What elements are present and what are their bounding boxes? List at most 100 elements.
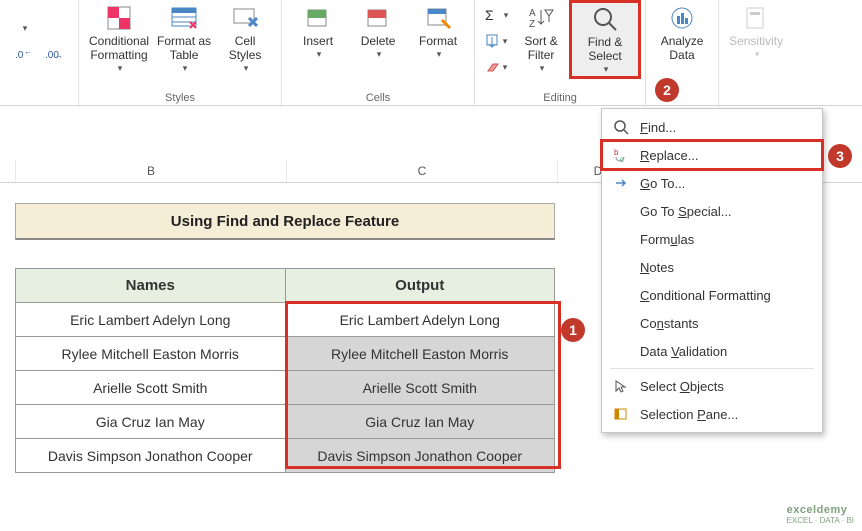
sheet-title: Using Find and Replace Feature [15,203,555,240]
conditional-formatting-icon [105,4,133,32]
editing-group: Σ▾ ▾ ▾ AZ Sort & Filter ▾ [475,0,646,107]
format-cells-icon [424,4,452,32]
cell-name[interactable]: Rylee Mitchell Easton Morris [16,337,286,371]
callout-badge-2: 2 [655,78,679,102]
find-select-button[interactable]: Find & Select ▾ [571,2,639,77]
menu-constants[interactable]: Constants [602,309,822,337]
menu-selection-pane-label: Selection Pane... [640,407,738,422]
sort-filter-label: Sort & Filter [524,35,557,63]
menu-formulas[interactable]: Formulas [602,225,822,253]
increase-decimal-button[interactable]: .0← [10,44,38,64]
conditional-formatting-button[interactable]: Conditional Formatting ▾ [85,2,153,75]
insert-label: Insert [303,35,333,49]
col-header-b[interactable]: B [16,160,287,182]
table-row[interactable]: Arielle Scott Smith Arielle Scott Smith [16,371,555,405]
find-select-label: Find & Select [588,36,623,64]
cell-name[interactable]: Davis Simpson Jonathon Cooper [16,439,286,473]
sensitivity-group: Sensitivity ▾ [719,0,793,107]
cell-output[interactable]: Eric Lambert Adelyn Long [285,303,555,337]
cell-name[interactable]: Arielle Scott Smith [16,371,286,405]
menu-notes-label: Notes [640,260,674,275]
callout-badge-3: 3 [828,144,852,168]
table-row[interactable]: Davis Simpson Jonathon Cooper Davis Simp… [16,439,555,473]
conditional-formatting-label: Conditional Formatting [89,35,149,63]
menu-goto[interactable]: Go To... [602,169,822,197]
menu-replace-label: Replace... [640,148,699,163]
analyze-data-label: Analyze Data [661,35,704,63]
sort-filter-icon: AZ [527,4,555,32]
header-names: Names [16,269,286,303]
analyze-data-icon [668,4,696,32]
fill-button[interactable]: ▾ [483,30,509,52]
ribbon: .0← .00→ Conditional Formatting ▾ [0,0,862,106]
insert-button[interactable]: Insert ▾ [288,2,348,61]
data-table: Names Output Eric Lambert Adelyn Long Er… [15,268,555,473]
svg-text:b: b [614,148,619,157]
delete-button[interactable]: Delete ▾ [348,2,408,61]
table-row[interactable]: Gia Cruz Ian May Gia Cruz Ian May [16,405,555,439]
format-as-table-label: Format as Table [157,35,211,63]
goto-icon [612,174,630,192]
find-select-icon [591,5,619,33]
cell-output[interactable]: Arielle Scott Smith [285,371,555,405]
callout-badge-1: 1 [561,318,585,342]
styles-group-label: Styles [165,92,195,107]
menu-find-label: Find... [640,120,676,135]
analyze-data-button[interactable]: Analyze Data [652,2,712,65]
cells-group-label: Cells [366,92,390,107]
menu-data-validation-label: Data Validation [640,344,727,359]
cells-group: Insert ▾ Delete ▾ Format ▾ Cells [282,0,475,107]
format-button[interactable]: Format ▾ [408,2,468,61]
cell-output[interactable]: Davis Simpson Jonathon Cooper [285,439,555,473]
menu-goto-special-label: Go To Special... [640,204,732,219]
table-row[interactable]: Eric Lambert Adelyn Long Eric Lambert Ad… [16,303,555,337]
svg-text:.0: .0 [15,50,24,61]
header-output: Output [285,269,555,303]
table-header-row: Names Output [16,269,555,303]
replace-icon: bc [612,146,630,164]
menu-select-objects[interactable]: Select Objects [602,372,822,400]
format-label: Format [419,35,457,49]
autosum-button[interactable]: Σ▾ [483,4,509,26]
clear-button[interactable]: ▾ [483,56,509,78]
sensitivity-button: Sensitivity ▾ [725,2,787,61]
menu-condfmt-label: Conditional Formatting [640,288,771,303]
find-select-menu: Find... bc Replace... Go To... Go To Spe… [601,108,823,433]
cell-output[interactable]: Gia Cruz Ian May [285,405,555,439]
styles-group: Conditional Formatting ▾ Format as Table… [79,0,282,107]
format-as-table-button[interactable]: Format as Table ▾ [153,2,215,75]
menu-select-objects-label: Select Objects [640,379,724,394]
menu-selection-pane[interactable]: Selection Pane... [602,400,822,428]
decrease-decimal-button[interactable]: .00→ [40,44,68,64]
watermark-brand: exceldemy [787,504,848,516]
menu-constants-label: Constants [640,316,699,331]
svg-text:A: A [529,8,536,19]
cell-output[interactable]: Rylee Mitchell Easton Morris [285,337,555,371]
menu-notes[interactable]: Notes [602,253,822,281]
menu-formulas-label: Formulas [640,232,694,247]
col-header-c[interactable]: C [287,160,558,182]
cell-styles-icon [231,4,259,32]
svg-text:→: → [55,51,63,60]
menu-replace[interactable]: bc Replace... [602,141,822,169]
menu-goto-label: Go To... [640,176,685,191]
svg-text:Z: Z [529,19,535,30]
svg-text:←: ← [24,47,32,56]
cell-name[interactable]: Eric Lambert Adelyn Long [16,303,286,337]
svg-text:Σ: Σ [485,7,494,23]
search-icon [612,118,630,136]
menu-find[interactable]: Find... [602,113,822,141]
cell-styles-button[interactable]: Cell Styles ▾ [215,2,275,75]
menu-goto-special[interactable]: Go To Special... [602,197,822,225]
editing-group-label: Editing [543,92,577,107]
number-format-stack: .0← .00→ [10,2,72,80]
delete-cells-icon [364,4,392,32]
cell-name[interactable]: Gia Cruz Ian May [16,405,286,439]
menu-data-validation[interactable]: Data Validation [602,337,822,365]
menu-conditional-formatting[interactable]: Conditional Formatting [602,281,822,309]
cell-styles-label: Cell Styles [229,35,262,63]
table-row[interactable]: Rylee Mitchell Easton Morris Rylee Mitch… [16,337,555,371]
watermark: exceldemy EXCEL · DATA · BI [787,504,854,525]
sort-filter-button[interactable]: AZ Sort & Filter ▾ [511,2,571,75]
number-format-dropdown[interactable] [10,18,38,38]
